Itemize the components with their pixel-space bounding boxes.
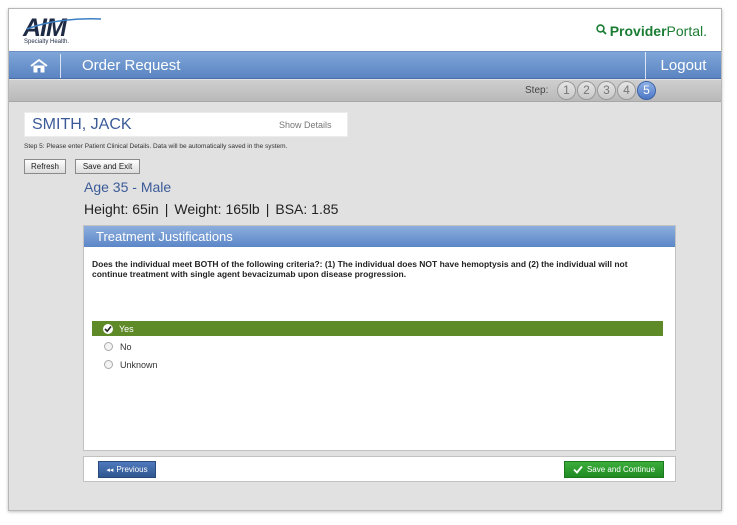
refresh-button[interactable]: Refresh: [24, 159, 66, 174]
portal-brand-part2: Portal: [666, 23, 704, 39]
save-and-exit-button[interactable]: Save and Exit: [75, 159, 140, 174]
patient-weight: Weight: 165lb: [174, 201, 260, 217]
patient-name: SMITH, JACK: [32, 116, 132, 133]
radio-icon: [104, 360, 113, 369]
step-progress-bar: Step: 1 2 3 4 5: [9, 80, 721, 102]
page-title: Order Request: [82, 57, 181, 74]
check-icon: [573, 465, 583, 474]
top-header: AIM Specialty Health. Provider Portal.: [9, 9, 721, 51]
logo-subtitle: Specialty Health.: [24, 39, 70, 45]
step-4[interactable]: 4: [617, 81, 636, 100]
patient-age-sex: Age 35 - Male: [84, 179, 172, 195]
option-no[interactable]: No: [92, 339, 663, 354]
app-window: AIM Specialty Health. Provider Portal. Or…: [8, 8, 722, 511]
logout-button[interactable]: Logout: [645, 52, 721, 79]
checkmark-icon: [103, 323, 113, 334]
previous-label: Previous: [116, 465, 148, 474]
main-nav-bar: Order Request Logout: [9, 51, 721, 79]
portal-brand-part1: Provider: [609, 23, 667, 39]
step-5-current[interactable]: 5: [637, 81, 656, 100]
home-icon: [29, 58, 48, 73]
option-yes[interactable]: Yes: [92, 321, 663, 336]
step-2[interactable]: 2: [577, 81, 596, 100]
patient-height: Height: 65in: [84, 201, 159, 217]
patient-vitals: Height: 65in | Weight: 165lb | BSA: 1.85: [84, 201, 338, 217]
step-label: Step:: [525, 85, 549, 96]
radio-icon: [104, 342, 113, 351]
double-left-arrow-icon: ◂◂: [106, 466, 114, 474]
criteria-question: Does the individual meet BOTH of the fol…: [92, 259, 628, 279]
option-label: No: [120, 341, 132, 352]
patient-name-box: SMITH, JACK Show Details: [24, 112, 348, 137]
vitals-separator: |: [265, 201, 270, 217]
continue-label: Save and Continue: [586, 465, 656, 474]
save-and-continue-button[interactable]: Save and Continue: [564, 461, 664, 478]
aim-logo: AIM Specialty Health.: [23, 15, 103, 47]
portal-magnifier-icon: [596, 23, 607, 39]
provider-portal-brand: Provider Portal.: [596, 23, 707, 39]
step-instructions: Step 5: Please enter Patient Clinical De…: [24, 143, 288, 150]
logo-swoosh-icon: [26, 17, 102, 30]
step-indicators: 1 2 3 4 5: [557, 81, 656, 100]
home-button[interactable]: [17, 54, 61, 78]
show-details-link[interactable]: Show Details: [279, 120, 332, 130]
wizard-footer: ◂◂ Previous Save and Continue: [83, 456, 676, 482]
step-1[interactable]: 1: [557, 81, 576, 100]
option-unknown[interactable]: Unknown: [92, 357, 663, 372]
panel-title: Treatment Justifications: [84, 226, 675, 247]
patient-bsa: BSA: 1.85: [275, 201, 339, 217]
step-3[interactable]: 3: [597, 81, 616, 100]
option-label: Unknown: [120, 359, 158, 370]
option-label: Yes: [119, 323, 134, 334]
vitals-separator: |: [164, 201, 169, 217]
portal-brand-dot: .: [703, 23, 707, 39]
treatment-justifications-panel: Treatment Justifications Does the indivi…: [83, 225, 676, 451]
previous-button[interactable]: ◂◂ Previous: [98, 461, 156, 478]
